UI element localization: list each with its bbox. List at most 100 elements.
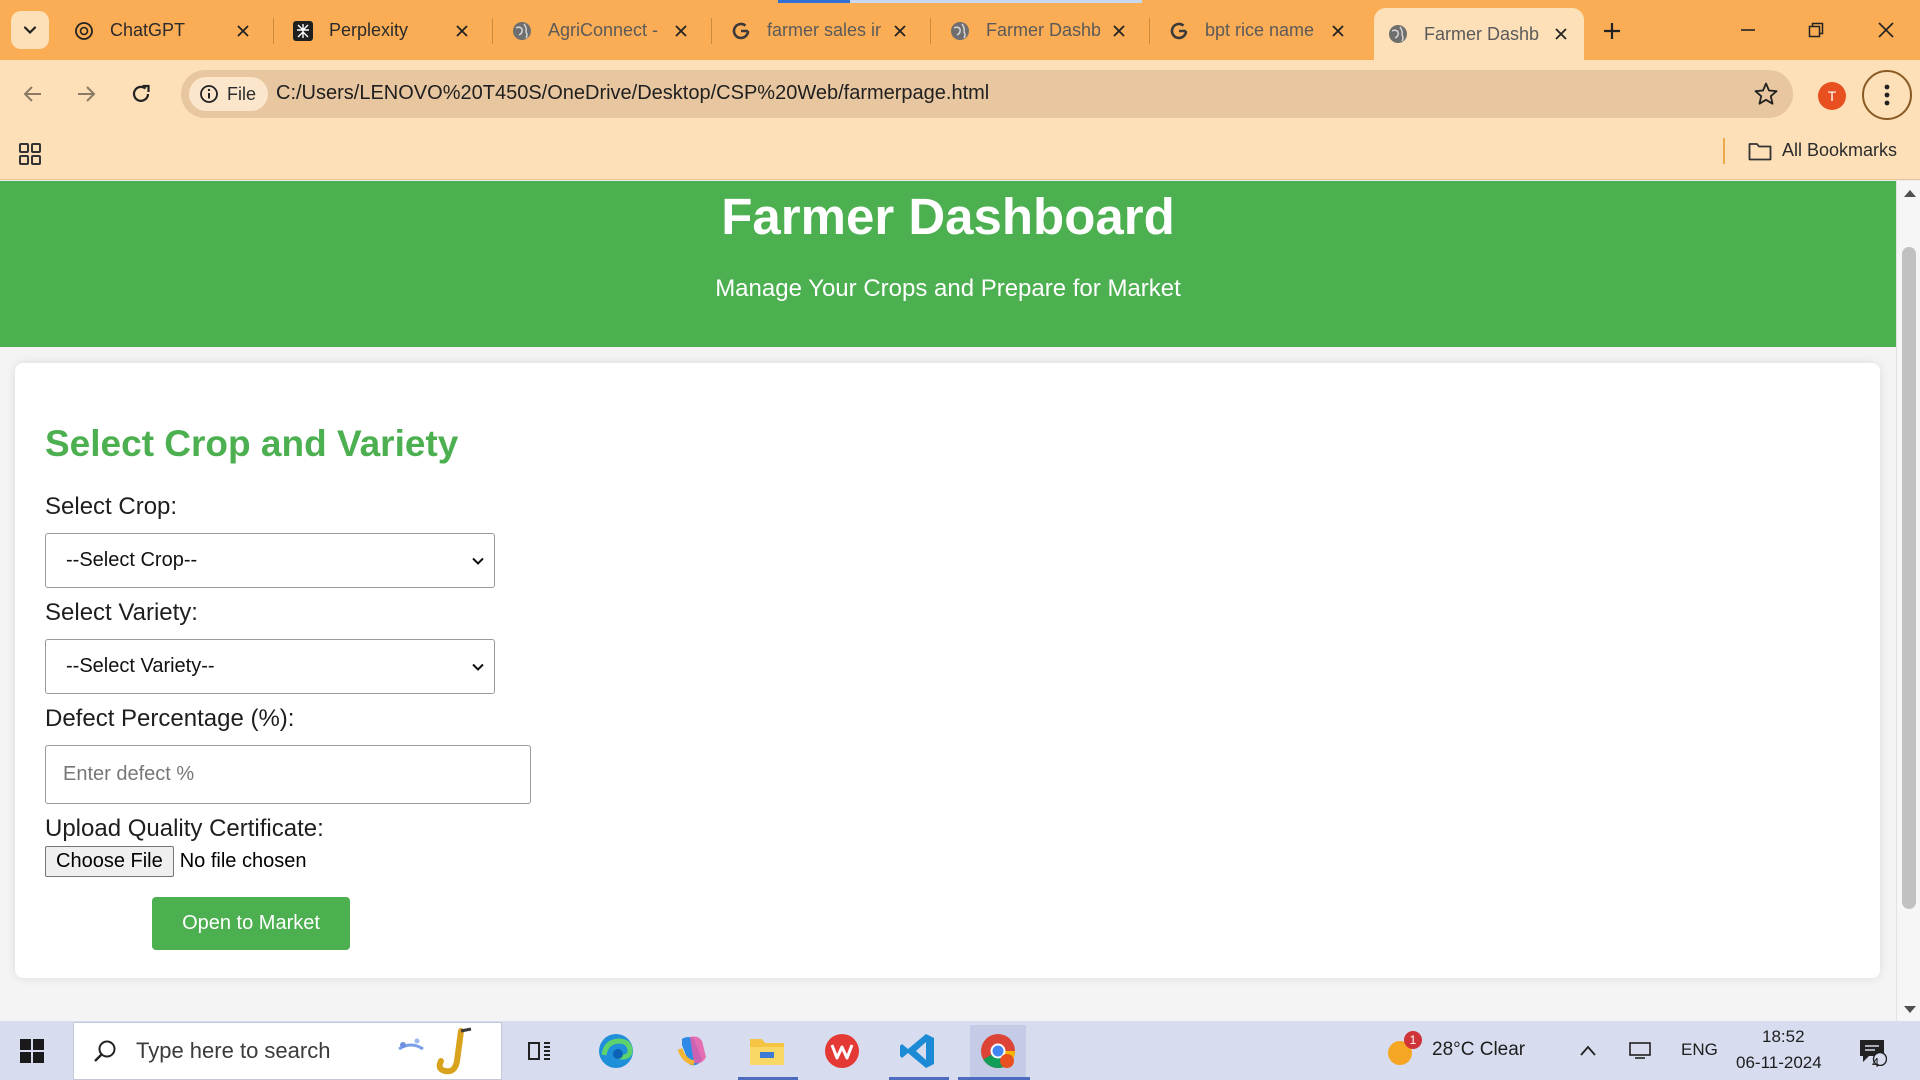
perplexity-icon bbox=[291, 19, 315, 43]
all-bookmarks-button[interactable]: All Bookmarks bbox=[1748, 140, 1897, 161]
tab-chatgpt[interactable]: ChatGPT bbox=[60, 10, 266, 51]
tab-strip: ChatGPT Perplexity AgriConnect - farmer … bbox=[0, 0, 1920, 60]
page-header: Farmer Dashboard Manage Your Crops and P… bbox=[0, 181, 1896, 347]
search-placeholder: Type here to search bbox=[136, 1038, 331, 1063]
vscode-icon[interactable] bbox=[896, 1029, 940, 1073]
close-icon[interactable] bbox=[670, 20, 692, 42]
tab-farmer-sales[interactable]: farmer sales in bbox=[717, 10, 923, 51]
tab-title: AgriConnect - bbox=[548, 20, 659, 40]
notification-count: 4 bbox=[1872, 1055, 1880, 1070]
url-text[interactable]: C:/Users/LENOVO%20T450S/OneDrive/Desktop… bbox=[276, 82, 989, 105]
upload-label: Upload Quality Certificate: bbox=[45, 815, 324, 842]
globe-icon bbox=[510, 19, 534, 43]
tab-title: bpt rice name bbox=[1205, 20, 1315, 40]
close-icon[interactable] bbox=[232, 20, 254, 42]
edge-icon[interactable] bbox=[594, 1029, 638, 1073]
new-tab-button[interactable] bbox=[1595, 16, 1629, 46]
profile-avatar[interactable]: T bbox=[1818, 82, 1846, 110]
crop-select-value: --Select Crop-- bbox=[66, 549, 198, 571]
site-info-label: File bbox=[227, 83, 257, 104]
close-icon[interactable] bbox=[889, 20, 911, 42]
close-icon[interactable] bbox=[1327, 20, 1349, 42]
tab-perplexity[interactable]: Perplexity bbox=[279, 10, 485, 51]
more-vertical-icon bbox=[1884, 84, 1890, 106]
task-view-icon[interactable] bbox=[518, 1029, 562, 1073]
weather-text[interactable]: 28°C Clear bbox=[1432, 1039, 1525, 1061]
display-icon[interactable] bbox=[1620, 1029, 1660, 1073]
defect-label: Defect Percentage (%): bbox=[45, 705, 295, 732]
copilot-icon[interactable] bbox=[670, 1029, 714, 1073]
tab-divider bbox=[273, 18, 274, 44]
open-to-market-button[interactable]: Open to Market bbox=[152, 897, 350, 950]
clock-time[interactable]: 18:52 bbox=[1762, 1027, 1805, 1047]
page-scrollbar[interactable] bbox=[1896, 181, 1920, 1021]
chevron-up-icon[interactable] bbox=[1568, 1029, 1608, 1073]
variety-select-value: --Select Variety-- bbox=[66, 655, 215, 677]
minimize-button[interactable] bbox=[1726, 10, 1770, 50]
tab-title: farmer sales in bbox=[767, 20, 881, 40]
variety-select[interactable]: --Select Variety-- bbox=[45, 639, 495, 694]
browser-toolbar: File C:/Users/LENOVO%20T450S/OneDrive/De… bbox=[0, 60, 1920, 128]
defect-percentage-input[interactable] bbox=[45, 745, 531, 804]
tab-title: Perplexity bbox=[329, 20, 409, 40]
file-status-text: No file chosen bbox=[179, 850, 307, 872]
search-icon bbox=[92, 1038, 118, 1064]
tab-divider bbox=[1149, 18, 1150, 44]
saxophone-doodle-icon bbox=[398, 1027, 472, 1075]
scroll-thumb[interactable] bbox=[1902, 247, 1916, 909]
close-icon bbox=[1878, 22, 1894, 38]
address-bar[interactable]: File C:/Users/LENOVO%20T450S/OneDrive/De… bbox=[181, 70, 1793, 118]
tab-title: ChatGPT bbox=[110, 20, 186, 40]
close-icon[interactable] bbox=[1550, 23, 1572, 45]
site-info-chip[interactable]: File bbox=[189, 77, 269, 111]
restore-button[interactable] bbox=[1794, 10, 1838, 50]
tab-loading-track bbox=[850, 0, 1142, 3]
info-icon bbox=[199, 84, 219, 104]
folder-icon bbox=[1748, 142, 1772, 160]
tab-title: Farmer Dashb bbox=[986, 20, 1100, 40]
back-button[interactable] bbox=[13, 74, 53, 114]
wps-office-icon[interactable] bbox=[820, 1029, 864, 1073]
tab-agriconnect[interactable]: AgriConnect - bbox=[498, 10, 704, 51]
chevron-down-icon bbox=[472, 663, 484, 671]
windows-start-icon[interactable] bbox=[20, 1039, 44, 1063]
variety-label: Select Variety: bbox=[45, 599, 198, 626]
clock-date[interactable]: 06-11-2024 bbox=[1736, 1053, 1822, 1073]
page-viewport: Farmer Dashboard Manage Your Crops and P… bbox=[0, 181, 1896, 1021]
close-window-button[interactable] bbox=[1864, 10, 1908, 50]
choose-file-button[interactable]: Choose File bbox=[45, 846, 174, 877]
form-heading: Select Crop and Variety bbox=[45, 423, 459, 464]
tab-farmer-dashboard-1[interactable]: Farmer Dashb bbox=[936, 10, 1142, 51]
browser-menu-button[interactable] bbox=[1862, 70, 1912, 120]
file-explorer-icon[interactable] bbox=[745, 1029, 789, 1073]
plus-icon bbox=[1604, 23, 1620, 39]
tab-title: Farmer Dashb bbox=[1424, 23, 1540, 44]
google-icon bbox=[1167, 19, 1191, 43]
tab-farmer-dashboard-active[interactable]: Farmer Dashb bbox=[1374, 8, 1584, 60]
globe-icon bbox=[1386, 22, 1410, 46]
taskbar-search-box[interactable]: Type here to search bbox=[73, 1022, 502, 1080]
reload-icon bbox=[132, 84, 150, 102]
tab-search-button[interactable] bbox=[11, 11, 49, 49]
close-icon[interactable] bbox=[451, 20, 473, 42]
google-icon bbox=[729, 19, 753, 43]
page-title: Farmer Dashboard bbox=[721, 188, 1175, 245]
chevron-down-icon bbox=[472, 557, 484, 565]
scroll-down-arrow-icon[interactable] bbox=[1904, 1006, 1916, 1013]
language-indicator[interactable]: ENG bbox=[1681, 1040, 1718, 1060]
tab-divider bbox=[711, 18, 712, 44]
bookmark-star-icon[interactable] bbox=[1753, 81, 1779, 107]
crop-select[interactable]: --Select Crop-- bbox=[45, 533, 495, 588]
crop-label: Select Crop: bbox=[45, 493, 178, 520]
scroll-up-arrow-icon[interactable] bbox=[1904, 190, 1916, 197]
forward-button[interactable] bbox=[66, 74, 106, 114]
chatgpt-icon bbox=[72, 19, 96, 43]
arrow-right-icon bbox=[78, 86, 96, 102]
close-icon[interactable] bbox=[1108, 20, 1130, 42]
apps-grid-icon[interactable] bbox=[18, 142, 42, 166]
tab-bpt-rice[interactable]: bpt rice name bbox=[1155, 10, 1361, 51]
chrome-icon[interactable] bbox=[970, 1025, 1026, 1077]
windows-taskbar: Type here to search 1 28°C Clear ENG 18:… bbox=[0, 1021, 1920, 1080]
reload-button[interactable] bbox=[121, 74, 161, 114]
bookmarks-bar: All Bookmarks bbox=[0, 128, 1920, 180]
